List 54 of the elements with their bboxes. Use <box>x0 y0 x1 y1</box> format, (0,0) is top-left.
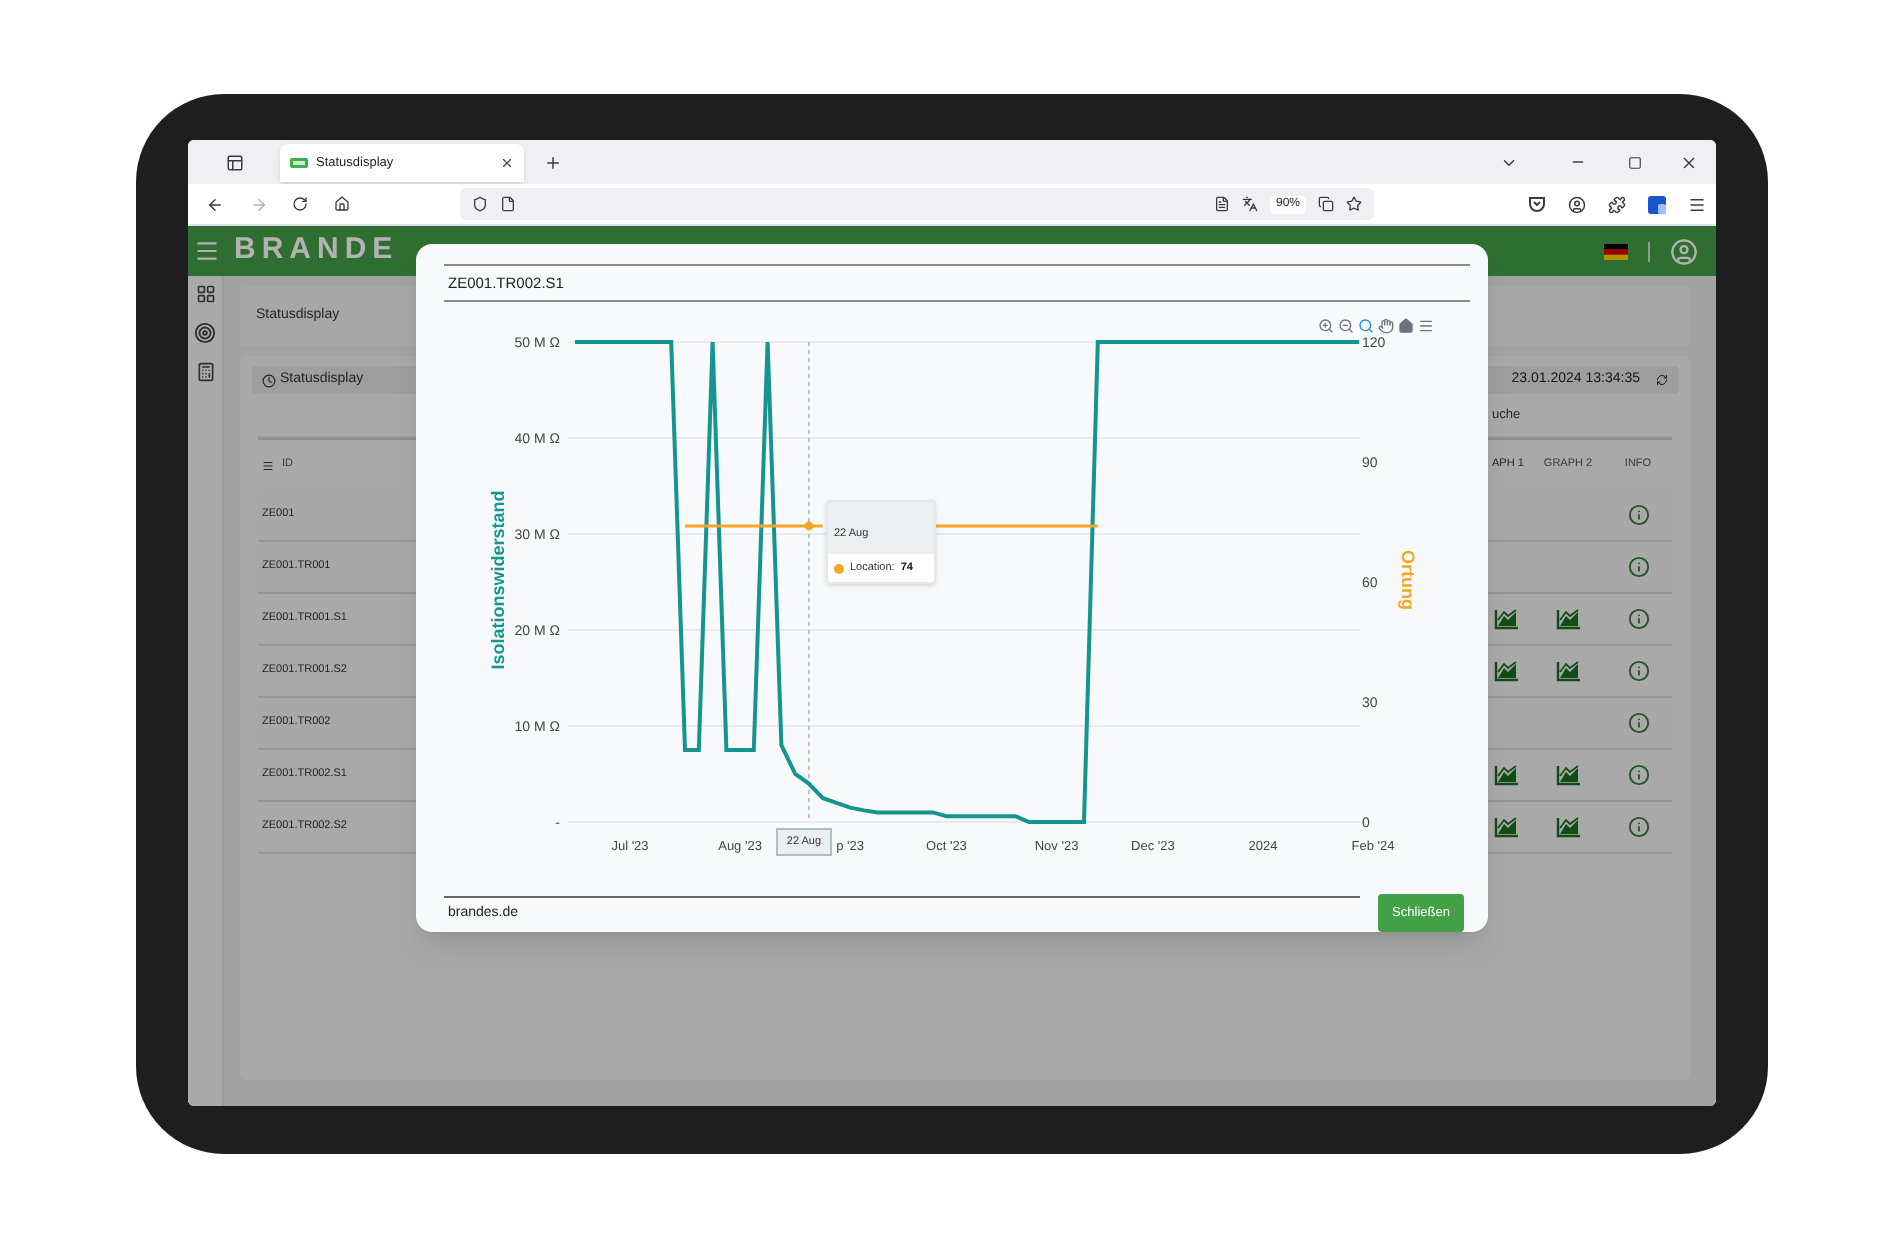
close-tab-icon[interactable] <box>500 156 514 170</box>
back-icon[interactable] <box>206 195 225 213</box>
menu-icon[interactable] <box>1418 318 1434 334</box>
area-chart-icon[interactable] <box>1555 660 1581 682</box>
account-icon[interactable] <box>1568 195 1586 213</box>
info-icon[interactable] <box>1627 504 1649 526</box>
translate-icon[interactable] <box>1241 196 1258 212</box>
area-chart-icon[interactable] <box>1494 764 1520 786</box>
axis-title: Ortung <box>1398 550 1418 610</box>
clock-icon <box>262 373 276 387</box>
home-icon[interactable] <box>1398 318 1414 334</box>
app-menu-icon[interactable] <box>1688 195 1706 213</box>
zoom-in-icon[interactable] <box>1318 318 1334 334</box>
user-icon[interactable] <box>1670 237 1698 265</box>
page-copy-icon[interactable] <box>1318 196 1334 212</box>
favicon-icon <box>290 158 308 168</box>
zoom-out-icon[interactable] <box>1338 318 1354 334</box>
pocket-icon[interactable] <box>1528 196 1546 212</box>
refresh-icon[interactable] <box>1656 374 1668 386</box>
page-icon <box>500 196 516 212</box>
info-icon[interactable] <box>1627 608 1649 630</box>
area-chart-icon[interactable] <box>1555 608 1581 630</box>
target-icon[interactable] <box>194 322 216 344</box>
reader-view-icon[interactable] <box>1213 196 1230 212</box>
hamburger-menu-icon[interactable] <box>194 238 220 264</box>
translator-extension-icon[interactable] <box>1648 195 1666 213</box>
data-point <box>804 521 814 531</box>
area-chart-icon[interactable] <box>1494 660 1520 682</box>
info-icon[interactable] <box>1627 816 1649 838</box>
dashboard-icon[interactable] <box>195 284 215 304</box>
info-icon[interactable] <box>1627 556 1649 578</box>
german-flag-icon[interactable] <box>1604 243 1628 259</box>
magnifier-icon[interactable] <box>1358 318 1374 334</box>
area-chart-icon[interactable] <box>1555 764 1581 786</box>
info-icon[interactable] <box>1627 660 1649 682</box>
info-icon[interactable] <box>1627 712 1649 734</box>
extensions-icon[interactable] <box>1608 195 1626 213</box>
area-chart-icon[interactable] <box>1555 816 1581 838</box>
tabs-icon[interactable] <box>225 153 243 171</box>
info-icon[interactable] <box>1627 764 1649 786</box>
brand-logo: BRANDE <box>234 230 399 271</box>
column-menu-icon[interactable] <box>262 459 274 471</box>
home-icon[interactable] <box>333 196 350 212</box>
hand-icon[interactable] <box>1378 318 1394 334</box>
bookmark-star-icon[interactable] <box>1346 196 1362 212</box>
window-close-icon[interactable] <box>1680 153 1698 171</box>
axis-title: Isolationswiderstand <box>488 490 508 670</box>
new-tab-icon[interactable] <box>543 153 561 171</box>
area-chart-icon[interactable] <box>1494 608 1520 630</box>
maximize-icon[interactable] <box>1628 155 1642 169</box>
area-chart-icon[interactable] <box>1494 816 1520 838</box>
reload-icon[interactable] <box>292 196 309 212</box>
calculator-icon[interactable] <box>195 362 215 382</box>
shield-icon[interactable] <box>472 196 488 212</box>
